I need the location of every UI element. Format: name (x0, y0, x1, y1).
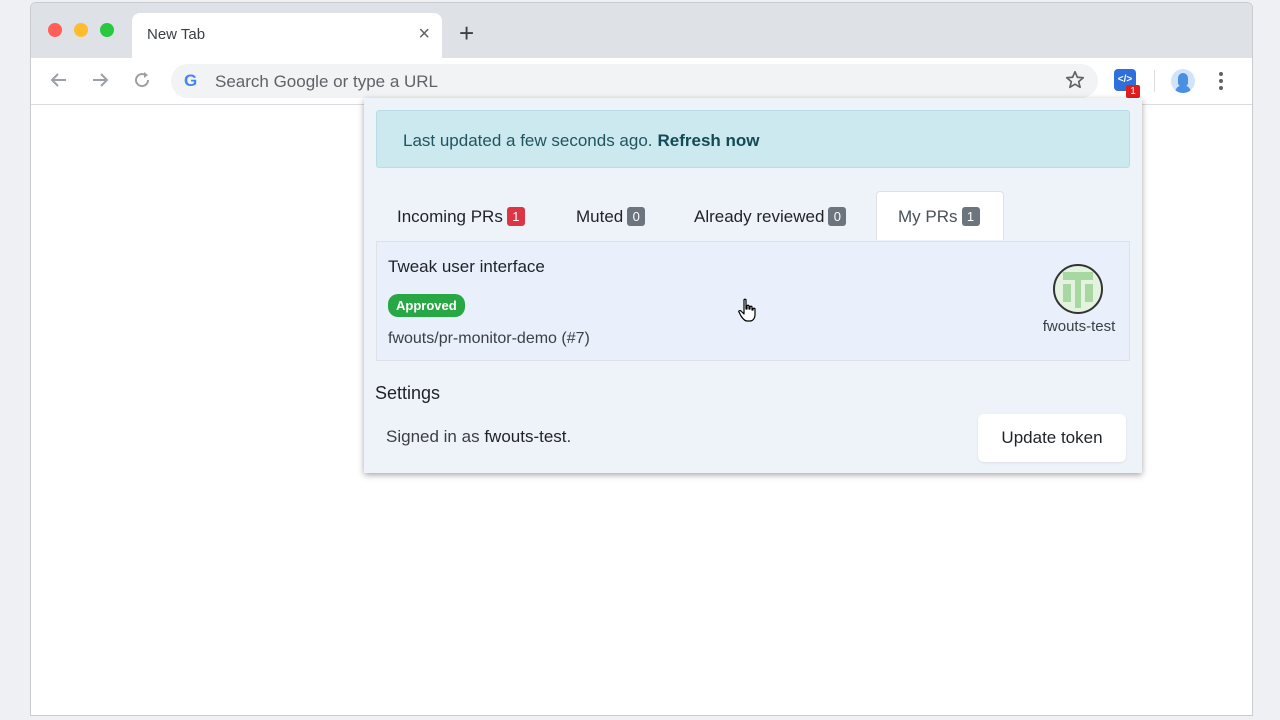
arrow-right-icon[interactable] (90, 70, 110, 90)
tab-label: My PRs (898, 207, 958, 226)
tab-incoming-prs[interactable]: Incoming PRs 1 (386, 191, 556, 240)
minimize-window-button[interactable] (74, 23, 88, 37)
omnibox[interactable]: G (171, 64, 1098, 98)
signed-in-user: fwouts-test (484, 427, 567, 446)
tab-my-prs[interactable]: My PRs 1 (876, 191, 1004, 240)
refresh-now-link[interactable]: Refresh now (658, 131, 760, 150)
signed-in-prefix: Signed in as (386, 427, 480, 446)
signed-in-text: Signed in as fwouts-test. (386, 427, 571, 447)
search-input[interactable] (213, 67, 1037, 97)
toolbar-divider (1154, 70, 1155, 92)
close-window-button[interactable] (48, 23, 62, 37)
count-badge: 1 (506, 207, 525, 226)
tab-already-reviewed[interactable]: Already reviewed 0 (678, 191, 868, 240)
tab-label: Muted (576, 207, 624, 226)
maximize-window-button[interactable] (100, 23, 114, 37)
update-token-button[interactable]: Update token (978, 414, 1126, 462)
author-name: fwouts-test (1042, 318, 1116, 335)
new-tab-icon[interactable]: + (459, 20, 474, 46)
reload-icon[interactable] (132, 70, 152, 90)
extension-badge: 1 (1126, 85, 1140, 98)
count-badge: 0 (828, 207, 847, 226)
author-avatar (1053, 264, 1103, 314)
count-badge: 1 (961, 207, 980, 226)
pr-title: Tweak user interface (388, 257, 545, 276)
tab-label: Already reviewed (694, 207, 825, 226)
kebab-menu-icon[interactable] (1218, 71, 1224, 91)
tab-title: New Tab (147, 26, 206, 43)
profile-avatar-icon[interactable] (1171, 69, 1195, 93)
title-bar: New Tab × + (31, 3, 1252, 59)
tab-label: Incoming PRs (397, 207, 503, 226)
status-badge: Approved (388, 294, 465, 317)
tab-muted[interactable]: Muted 0 (560, 191, 660, 240)
pr-repo: fwouts/pr-monitor-demo (#7) (388, 330, 590, 347)
extension-popup: Last updated a few seconds ago. Refresh n… (364, 98, 1142, 473)
star-icon[interactable] (1064, 69, 1086, 91)
signed-in-suffix: . (566, 427, 572, 446)
banner-text: Last updated a few seconds ago. (403, 131, 653, 150)
google-icon: G (184, 71, 198, 90)
hand-cursor-icon (738, 298, 756, 322)
browser-tab[interactable]: New Tab × (132, 13, 442, 59)
update-banner: Last updated a few seconds ago. Refresh n… (376, 110, 1130, 168)
count-badge: 0 (627, 207, 646, 226)
settings-title: Settings (375, 383, 441, 403)
arrow-left-icon[interactable] (49, 70, 69, 90)
tab-close-icon[interactable]: × (418, 22, 430, 46)
